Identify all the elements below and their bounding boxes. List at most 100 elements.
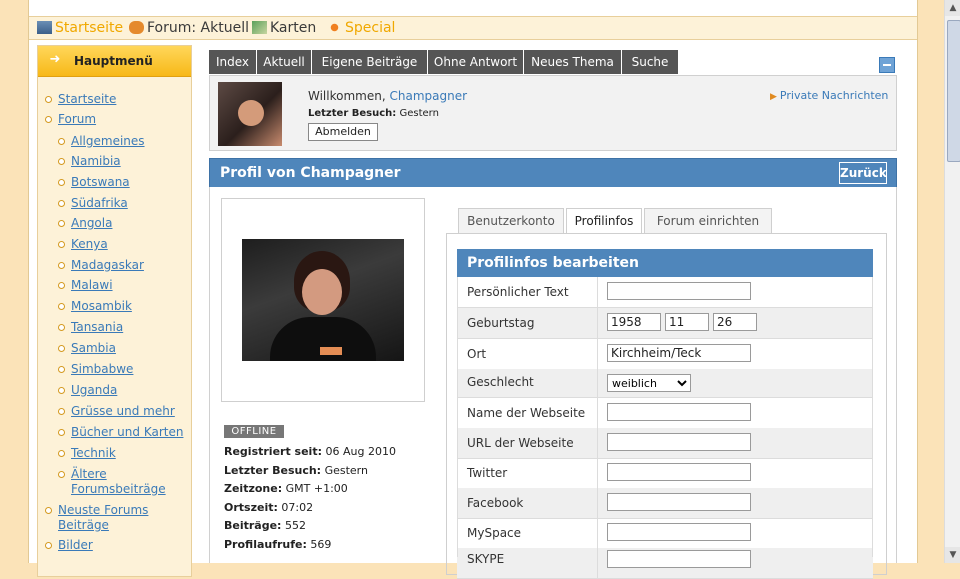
chat-bubbles-icon: [129, 21, 144, 34]
collapse-button[interactable]: [879, 57, 895, 73]
sidebar-item[interactable]: Namibia: [71, 154, 121, 169]
bullet-icon: [45, 96, 52, 103]
home-icon: [37, 21, 52, 34]
sidebar-item[interactable]: Uganda: [71, 383, 117, 398]
row-persoenlicher-text: Persönlicher Text: [457, 277, 873, 308]
sidebar-header: ➜ Hauptmenü: [38, 46, 191, 77]
gender-select[interactable]: weiblich: [607, 374, 691, 392]
last-visit: Letzter Besuch: Gestern: [308, 108, 439, 119]
sidebar-item[interactable]: Ältere Forumsbeiträge: [71, 467, 171, 497]
sidebar-item[interactable]: Mosambik: [71, 299, 132, 314]
tab-aktuell[interactable]: Aktuell: [257, 50, 312, 74]
back-button[interactable]: Zurück: [839, 162, 887, 184]
sidebar-item[interactable]: Angola: [71, 216, 112, 231]
birthday-month-input[interactable]: [665, 313, 709, 331]
profile-info-line: Ortszeit: 07:02: [224, 500, 314, 514]
sun-icon: [327, 21, 342, 34]
page-scrollbar[interactable]: ▲ ▼: [944, 0, 960, 563]
bullet-icon: [58, 282, 65, 289]
profile-info-line: Zeitzone: GMT +1:00: [224, 482, 348, 495]
row-skype: SKYPE: [457, 548, 873, 579]
tab-eigene-beitraege[interactable]: Eigene Beiträge: [312, 50, 428, 74]
triangle-right-icon: ▶: [770, 92, 777, 102]
topnav-startseite[interactable]: Startseite: [37, 19, 123, 37]
sidebar-item[interactable]: Botswana: [71, 175, 130, 190]
bullet-icon: [58, 241, 65, 248]
sidebar-item[interactable]: Grüsse und mehr: [71, 404, 175, 419]
bullet-icon: [58, 471, 65, 478]
bullet-icon: [58, 387, 65, 394]
tab-neues-thema[interactable]: Neues Thema: [524, 50, 622, 74]
topnav-special[interactable]: Special: [327, 19, 395, 37]
tab-forum-einrichten[interactable]: Forum einrichten: [644, 208, 772, 233]
sidebar: ➜ Hauptmenü Startseite Forum Allgemeines Na…: [37, 45, 192, 577]
profile-photo: [242, 239, 404, 361]
scroll-thumb[interactable]: [947, 20, 960, 162]
tab-index[interactable]: Index: [209, 50, 257, 74]
sidebar-item[interactable]: Südafrika: [71, 196, 128, 211]
welcome-greeting: Willkommen, Champagner: [308, 89, 468, 103]
myspace-input[interactable]: [607, 523, 751, 541]
username-link[interactable]: Champagner: [389, 89, 467, 103]
sidebar-item[interactable]: Technik: [71, 446, 116, 461]
bullet-icon: [58, 200, 65, 207]
website-url-input[interactable]: [607, 433, 751, 451]
welcome-panel: Willkommen, Champagner Letzter Besuch: G…: [209, 75, 897, 151]
tab-profilinfos[interactable]: Profilinfos: [566, 208, 642, 234]
sidebar-item[interactable]: Allgemeines: [71, 134, 145, 149]
tab-benutzerkonto[interactable]: Benutzerkonto: [458, 208, 564, 233]
private-messages-link[interactable]: ▶ Private Nachrichten: [770, 89, 888, 102]
row-geschlecht: Geschlecht weiblich: [457, 369, 873, 398]
sidebar-item[interactable]: Neuste Forums Beiträge: [58, 503, 158, 533]
bullet-icon: [58, 220, 65, 227]
sidebar-item[interactable]: Forum: [58, 112, 96, 127]
topnav-karten[interactable]: Karten: [252, 19, 316, 37]
bullet-icon: [58, 262, 65, 269]
bullet-icon: [58, 366, 65, 373]
status-badge: OFFLINE: [224, 425, 284, 438]
birthday-day-input[interactable]: [713, 313, 757, 331]
row-twitter: Twitter: [457, 458, 873, 489]
bullet-icon: [58, 408, 65, 415]
bullet-icon: [45, 116, 52, 123]
sidebar-item[interactable]: Sambia: [71, 341, 116, 356]
sidebar-item[interactable]: Simbabwe: [71, 362, 133, 377]
bullet-icon: [58, 138, 65, 145]
sidebar-item[interactable]: Madagaskar: [71, 258, 144, 273]
personal-text-input[interactable]: [607, 282, 751, 300]
bullet-icon: [45, 507, 52, 514]
topnav-forum-aktuell[interactable]: Forum: Aktuell: [129, 19, 249, 37]
sidebar-item[interactable]: Bilder: [58, 538, 93, 553]
sidebar-item[interactable]: Tansania: [71, 320, 123, 335]
skype-input[interactable]: [607, 550, 751, 568]
arrow-right-icon: ➜: [49, 52, 61, 67]
sidebar-item[interactable]: Malawi: [71, 278, 113, 293]
logout-button[interactable]: Abmelden: [308, 123, 378, 141]
row-url-webseite: URL der Webseite: [457, 428, 873, 459]
top-navigation: Startseite Forum: Aktuell Karten Special: [29, 16, 917, 40]
bullet-icon: [58, 179, 65, 186]
website-name-input[interactable]: [607, 403, 751, 421]
city-input[interactable]: [607, 344, 751, 362]
tab-ohne-antwort[interactable]: Ohne Antwort: [428, 50, 524, 74]
facebook-input[interactable]: [607, 493, 751, 511]
form-title: Profilinfos bearbeiten: [467, 255, 639, 271]
map-icon: [252, 21, 267, 34]
page-frame: Startseite Forum: Aktuell Karten Special…: [28, 0, 918, 579]
topbar-spacer: [29, 0, 917, 16]
sidebar-item[interactable]: Startseite: [58, 92, 116, 107]
scroll-down-icon[interactable]: ▼: [945, 547, 960, 563]
birthday-year-input[interactable]: [607, 313, 661, 331]
row-facebook: Facebook: [457, 488, 873, 519]
twitter-input[interactable]: [607, 463, 751, 481]
profile-info-line: Beiträge: 552: [224, 519, 306, 532]
tab-suche[interactable]: Suche: [622, 50, 679, 74]
form-header: Profilinfos bearbeiten: [457, 249, 873, 277]
profile-info-line: Profilaufrufe: 569: [224, 537, 332, 551]
sidebar-item[interactable]: Kenya: [71, 237, 108, 252]
sidebar-item[interactable]: Bücher und Karten: [71, 425, 183, 440]
bullet-icon: [58, 345, 65, 352]
bullet-icon: [45, 542, 52, 549]
bullet-icon: [58, 303, 65, 310]
scroll-up-icon[interactable]: ▲: [945, 0, 960, 16]
